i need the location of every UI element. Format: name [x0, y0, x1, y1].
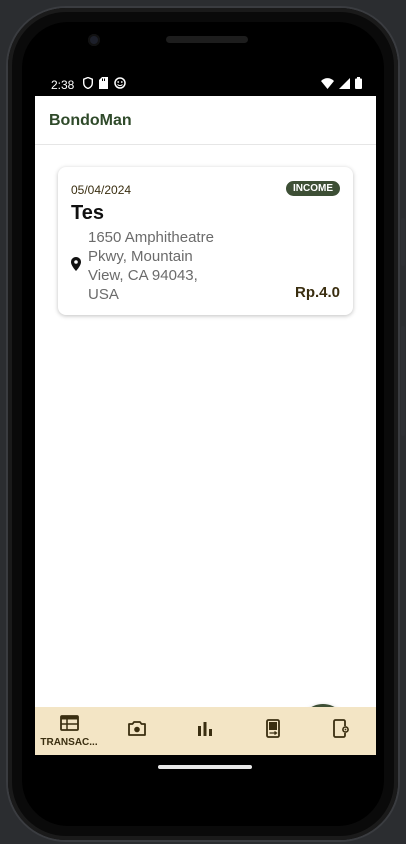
nav-item-statistics[interactable] — [171, 707, 239, 755]
address-line: View, CA 94043, — [88, 267, 198, 284]
earpiece-speaker — [166, 36, 248, 43]
nav-item-transactions-label: TRANSAC... — [40, 736, 98, 748]
transaction-list: 05/04/2024 INCOME Tes 1650 Amphitheatre … — [35, 145, 376, 752]
nav-item-camera[interactable] — [103, 707, 171, 755]
transaction-amount: Rp.4.0 — [294, 284, 340, 301]
sd-card-icon — [99, 77, 108, 92]
phone-transfer-icon — [266, 719, 280, 743]
income-badge: INCOME — [286, 181, 340, 196]
camera-icon — [128, 721, 146, 741]
address-line: USA — [88, 286, 119, 303]
nav-item-settings[interactable] — [307, 707, 375, 755]
transaction-date: 05/04/2024 — [71, 183, 132, 197]
home-indicator[interactable] — [158, 765, 252, 769]
address-line: 1650 Amphitheatre — [88, 229, 214, 246]
status-time: 2:38 — [51, 78, 75, 92]
phone-settings-icon — [332, 719, 350, 743]
bar-chart-icon — [197, 721, 213, 741]
wifi-icon — [321, 77, 334, 92]
location-pin-icon — [71, 257, 81, 276]
nav-item-transactions[interactable]: TRANSAC... — [35, 707, 103, 755]
nav-item-transfer[interactable] — [239, 707, 307, 755]
battery-icon — [355, 77, 362, 92]
transaction-title: Tes — [71, 202, 104, 224]
app-title: BondoMan — [49, 112, 132, 129]
bottom-navigation: TRANSAC... — [35, 707, 376, 755]
signal-icon — [339, 77, 350, 92]
volume-button — [401, 218, 405, 266]
transaction-card[interactable]: 05/04/2024 INCOME Tes 1650 Amphitheatre … — [58, 167, 353, 315]
address-line: Pkwy, Mountain — [88, 248, 193, 265]
face-icon — [114, 77, 126, 92]
transaction-address: 1650 Amphitheatre Pkwy, Mountain View, C… — [88, 228, 238, 304]
shield-icon — [83, 76, 93, 92]
screen: 2:38 BondoMan 05/04/2024 INCOME Tes 1650… — [35, 72, 376, 756]
status-bar: 2:38 — [35, 72, 376, 96]
table-icon — [59, 714, 79, 736]
app-bar: BondoMan — [35, 96, 376, 145]
power-button — [401, 326, 405, 436]
front-camera — [88, 34, 100, 46]
